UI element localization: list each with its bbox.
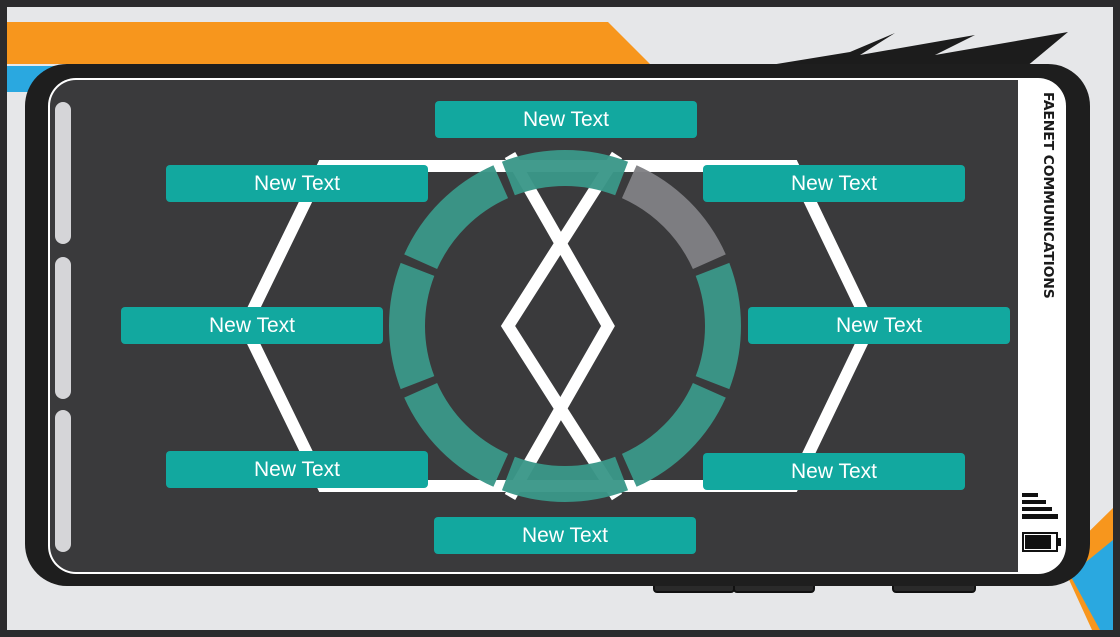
menu-option-top[interactable]: New Text (435, 101, 697, 138)
menu-option-bottom[interactable]: New Text (434, 517, 696, 554)
orange-stripe (7, 22, 650, 64)
side-capsule-3 (55, 410, 71, 552)
menu-option-right[interactable]: New Text (748, 307, 1010, 344)
battery-icon (1022, 532, 1061, 552)
game-scene: FAENET COMMUNICATIONS New Text New Text … (0, 0, 1120, 637)
menu-option-top-left[interactable]: New Text (166, 165, 428, 202)
menu-option-left[interactable]: New Text (121, 307, 383, 344)
menu-option-bottom-left[interactable]: New Text (166, 451, 428, 488)
menu-option-top-right[interactable]: New Text (703, 165, 965, 202)
brand-label: FAENET COMMUNICATIONS (1040, 92, 1056, 299)
side-capsule-1 (55, 102, 71, 244)
menu-option-bottom-right[interactable]: New Text (703, 453, 965, 490)
side-capsule-2 (55, 257, 71, 399)
